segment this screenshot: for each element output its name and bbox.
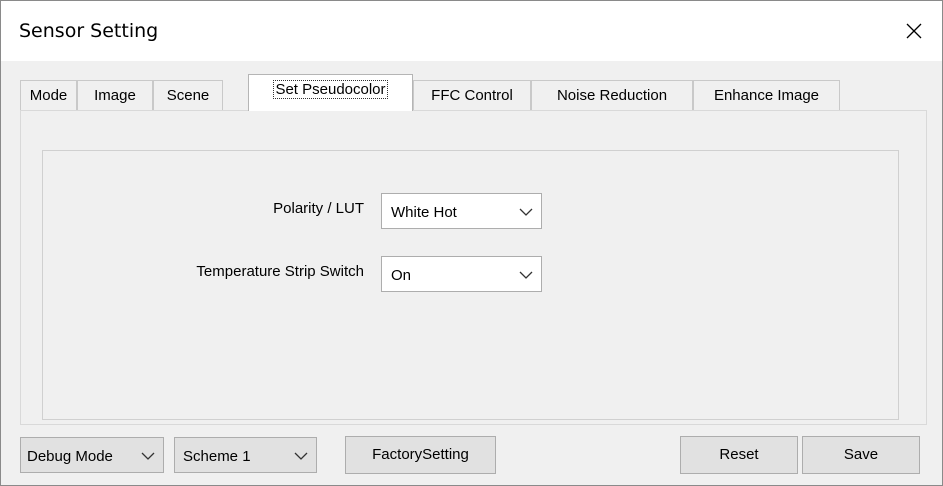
save-button[interactable]: Save	[802, 436, 920, 474]
tab-image[interactable]: Image	[77, 80, 153, 110]
polarity-lut-select[interactable]: White Hot	[381, 193, 542, 229]
tab-noise-reduction[interactable]: Noise Reduction	[531, 80, 693, 110]
chevron-down-icon	[519, 208, 533, 216]
factory-setting-button[interactable]: FactorySetting	[345, 436, 496, 474]
tab-label: Image	[94, 87, 136, 104]
tab-set-pseudocolor[interactable]: Set Pseudocolor	[248, 74, 413, 111]
debug-mode-select[interactable]: Debug Mode	[20, 437, 164, 473]
temperature-strip-switch-select[interactable]: On	[381, 256, 542, 292]
close-button[interactable]	[886, 1, 942, 61]
tab-enhance-image[interactable]: Enhance Image	[693, 80, 840, 110]
tab-label: Noise Reduction	[556, 87, 668, 104]
temperature-strip-switch-label: Temperature Strip Switch	[196, 263, 364, 280]
chevron-down-icon	[294, 452, 308, 460]
close-icon	[906, 23, 922, 39]
tab-label: FFC Control	[431, 87, 513, 104]
tab-label: Enhance Image	[713, 87, 820, 104]
chevron-down-icon	[141, 452, 155, 460]
title-bar: Sensor Setting	[1, 1, 942, 61]
tab-scene[interactable]: Scene	[153, 80, 223, 110]
tab-mode[interactable]: Mode	[20, 80, 77, 110]
tab-label: Scene	[166, 87, 210, 104]
polarity-lut-value: White Hot	[391, 204, 457, 221]
debug-mode-value: Debug Mode	[27, 448, 113, 465]
reset-button[interactable]: Reset	[680, 436, 798, 474]
chevron-down-icon	[519, 271, 533, 279]
temperature-strip-switch-value: On	[391, 267, 412, 284]
polarity-lut-label: Polarity / LUT	[273, 200, 364, 217]
window-title: Sensor Setting	[19, 20, 159, 42]
tab-ffc-control[interactable]: FFC Control	[413, 80, 531, 110]
scheme-value: Scheme 1	[183, 448, 251, 465]
scheme-select[interactable]: Scheme 1	[174, 437, 317, 473]
tab-label: Mode	[29, 87, 68, 104]
tab-label: Set Pseudocolor	[273, 80, 388, 99]
